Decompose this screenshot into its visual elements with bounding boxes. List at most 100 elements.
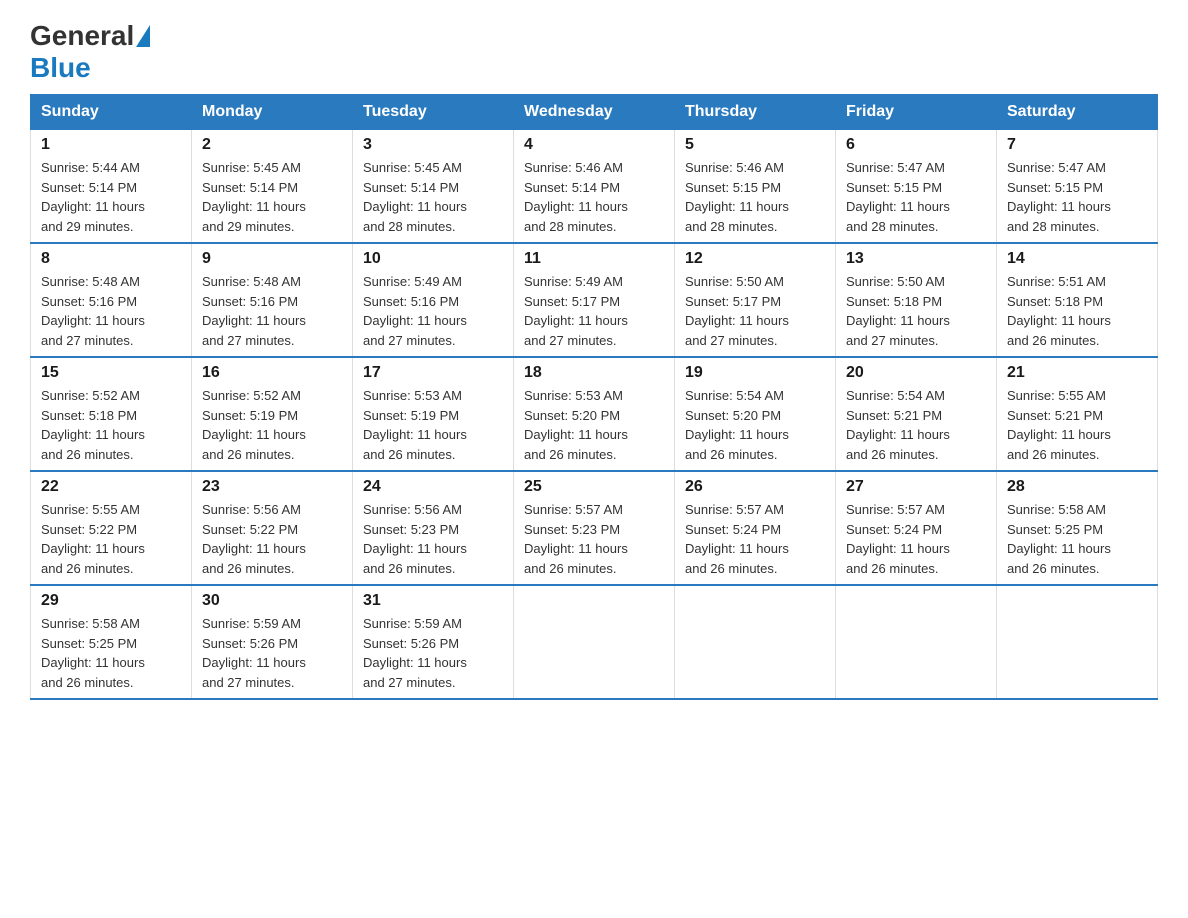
day-number: 6 xyxy=(846,136,986,154)
calendar-cell: 12 Sunrise: 5:50 AMSunset: 5:17 PMDaylig… xyxy=(675,243,836,357)
day-info: Sunrise: 5:56 AMSunset: 5:22 PMDaylight:… xyxy=(202,500,342,578)
day-info: Sunrise: 5:59 AMSunset: 5:26 PMDaylight:… xyxy=(363,614,503,692)
day-number: 29 xyxy=(41,592,181,610)
calendar-header-row: SundayMondayTuesdayWednesdayThursdayFrid… xyxy=(31,95,1158,130)
day-number: 14 xyxy=(1007,250,1147,268)
weekday-header-wednesday: Wednesday xyxy=(514,95,675,130)
day-number: 5 xyxy=(685,136,825,154)
day-info: Sunrise: 5:44 AMSunset: 5:14 PMDaylight:… xyxy=(41,158,181,236)
calendar-cell: 23 Sunrise: 5:56 AMSunset: 5:22 PMDaylig… xyxy=(192,471,353,585)
day-number: 2 xyxy=(202,136,342,154)
weekday-header-friday: Friday xyxy=(836,95,997,130)
day-info: Sunrise: 5:49 AMSunset: 5:17 PMDaylight:… xyxy=(524,272,664,350)
day-info: Sunrise: 5:50 AMSunset: 5:17 PMDaylight:… xyxy=(685,272,825,350)
calendar-cell xyxy=(514,585,675,699)
calendar-cell: 10 Sunrise: 5:49 AMSunset: 5:16 PMDaylig… xyxy=(353,243,514,357)
day-info: Sunrise: 5:58 AMSunset: 5:25 PMDaylight:… xyxy=(41,614,181,692)
day-number: 25 xyxy=(524,478,664,496)
calendar-cell: 11 Sunrise: 5:49 AMSunset: 5:17 PMDaylig… xyxy=(514,243,675,357)
day-number: 27 xyxy=(846,478,986,496)
calendar-cell: 29 Sunrise: 5:58 AMSunset: 5:25 PMDaylig… xyxy=(31,585,192,699)
calendar-cell: 5 Sunrise: 5:46 AMSunset: 5:15 PMDayligh… xyxy=(675,130,836,244)
calendar-cell: 16 Sunrise: 5:52 AMSunset: 5:19 PMDaylig… xyxy=(192,357,353,471)
calendar-cell: 31 Sunrise: 5:59 AMSunset: 5:26 PMDaylig… xyxy=(353,585,514,699)
logo-triangle-icon xyxy=(136,25,150,47)
day-info: Sunrise: 5:53 AMSunset: 5:19 PMDaylight:… xyxy=(363,386,503,464)
calendar-cell: 3 Sunrise: 5:45 AMSunset: 5:14 PMDayligh… xyxy=(353,130,514,244)
calendar-cell xyxy=(836,585,997,699)
calendar-cell: 13 Sunrise: 5:50 AMSunset: 5:18 PMDaylig… xyxy=(836,243,997,357)
weekday-header-sunday: Sunday xyxy=(31,95,192,130)
day-number: 12 xyxy=(685,250,825,268)
day-number: 21 xyxy=(1007,364,1147,382)
day-number: 11 xyxy=(524,250,664,268)
day-info: Sunrise: 5:57 AMSunset: 5:23 PMDaylight:… xyxy=(524,500,664,578)
logo-blue-text: Blue xyxy=(30,52,91,83)
day-info: Sunrise: 5:46 AMSunset: 5:14 PMDaylight:… xyxy=(524,158,664,236)
calendar-week-row: 8 Sunrise: 5:48 AMSunset: 5:16 PMDayligh… xyxy=(31,243,1158,357)
day-number: 15 xyxy=(41,364,181,382)
calendar-week-row: 29 Sunrise: 5:58 AMSunset: 5:25 PMDaylig… xyxy=(31,585,1158,699)
day-info: Sunrise: 5:49 AMSunset: 5:16 PMDaylight:… xyxy=(363,272,503,350)
calendar-cell: 15 Sunrise: 5:52 AMSunset: 5:18 PMDaylig… xyxy=(31,357,192,471)
calendar-table: SundayMondayTuesdayWednesdayThursdayFrid… xyxy=(30,94,1158,700)
day-number: 18 xyxy=(524,364,664,382)
day-number: 4 xyxy=(524,136,664,154)
calendar-cell: 1 Sunrise: 5:44 AMSunset: 5:14 PMDayligh… xyxy=(31,130,192,244)
weekday-header-monday: Monday xyxy=(192,95,353,130)
calendar-cell: 24 Sunrise: 5:56 AMSunset: 5:23 PMDaylig… xyxy=(353,471,514,585)
day-number: 10 xyxy=(363,250,503,268)
calendar-cell: 20 Sunrise: 5:54 AMSunset: 5:21 PMDaylig… xyxy=(836,357,997,471)
day-number: 23 xyxy=(202,478,342,496)
day-info: Sunrise: 5:52 AMSunset: 5:18 PMDaylight:… xyxy=(41,386,181,464)
day-info: Sunrise: 5:52 AMSunset: 5:19 PMDaylight:… xyxy=(202,386,342,464)
day-number: 1 xyxy=(41,136,181,154)
calendar-week-row: 15 Sunrise: 5:52 AMSunset: 5:18 PMDaylig… xyxy=(31,357,1158,471)
day-info: Sunrise: 5:47 AMSunset: 5:15 PMDaylight:… xyxy=(1007,158,1147,236)
calendar-cell xyxy=(675,585,836,699)
day-info: Sunrise: 5:57 AMSunset: 5:24 PMDaylight:… xyxy=(846,500,986,578)
calendar-cell: 26 Sunrise: 5:57 AMSunset: 5:24 PMDaylig… xyxy=(675,471,836,585)
day-info: Sunrise: 5:45 AMSunset: 5:14 PMDaylight:… xyxy=(363,158,503,236)
day-number: 20 xyxy=(846,364,986,382)
day-info: Sunrise: 5:55 AMSunset: 5:22 PMDaylight:… xyxy=(41,500,181,578)
calendar-cell: 22 Sunrise: 5:55 AMSunset: 5:22 PMDaylig… xyxy=(31,471,192,585)
day-info: Sunrise: 5:48 AMSunset: 5:16 PMDaylight:… xyxy=(202,272,342,350)
calendar-cell: 9 Sunrise: 5:48 AMSunset: 5:16 PMDayligh… xyxy=(192,243,353,357)
day-info: Sunrise: 5:54 AMSunset: 5:20 PMDaylight:… xyxy=(685,386,825,464)
day-info: Sunrise: 5:53 AMSunset: 5:20 PMDaylight:… xyxy=(524,386,664,464)
calendar-cell: 28 Sunrise: 5:58 AMSunset: 5:25 PMDaylig… xyxy=(997,471,1158,585)
day-number: 17 xyxy=(363,364,503,382)
day-number: 16 xyxy=(202,364,342,382)
day-info: Sunrise: 5:59 AMSunset: 5:26 PMDaylight:… xyxy=(202,614,342,692)
day-number: 13 xyxy=(846,250,986,268)
day-info: Sunrise: 5:48 AMSunset: 5:16 PMDaylight:… xyxy=(41,272,181,350)
day-info: Sunrise: 5:56 AMSunset: 5:23 PMDaylight:… xyxy=(363,500,503,578)
calendar-cell xyxy=(997,585,1158,699)
calendar-cell: 8 Sunrise: 5:48 AMSunset: 5:16 PMDayligh… xyxy=(31,243,192,357)
day-info: Sunrise: 5:46 AMSunset: 5:15 PMDaylight:… xyxy=(685,158,825,236)
day-number: 8 xyxy=(41,250,181,268)
day-info: Sunrise: 5:54 AMSunset: 5:21 PMDaylight:… xyxy=(846,386,986,464)
weekday-header-saturday: Saturday xyxy=(997,95,1158,130)
day-info: Sunrise: 5:55 AMSunset: 5:21 PMDaylight:… xyxy=(1007,386,1147,464)
day-info: Sunrise: 5:45 AMSunset: 5:14 PMDaylight:… xyxy=(202,158,342,236)
calendar-cell: 18 Sunrise: 5:53 AMSunset: 5:20 PMDaylig… xyxy=(514,357,675,471)
calendar-cell: 19 Sunrise: 5:54 AMSunset: 5:20 PMDaylig… xyxy=(675,357,836,471)
calendar-cell: 6 Sunrise: 5:47 AMSunset: 5:15 PMDayligh… xyxy=(836,130,997,244)
calendar-cell: 30 Sunrise: 5:59 AMSunset: 5:26 PMDaylig… xyxy=(192,585,353,699)
weekday-header-thursday: Thursday xyxy=(675,95,836,130)
day-info: Sunrise: 5:50 AMSunset: 5:18 PMDaylight:… xyxy=(846,272,986,350)
day-number: 9 xyxy=(202,250,342,268)
calendar-cell: 25 Sunrise: 5:57 AMSunset: 5:23 PMDaylig… xyxy=(514,471,675,585)
weekday-header-tuesday: Tuesday xyxy=(353,95,514,130)
logo: General Blue xyxy=(30,20,152,84)
calendar-cell: 14 Sunrise: 5:51 AMSunset: 5:18 PMDaylig… xyxy=(997,243,1158,357)
day-number: 30 xyxy=(202,592,342,610)
calendar-cell: 2 Sunrise: 5:45 AMSunset: 5:14 PMDayligh… xyxy=(192,130,353,244)
day-number: 7 xyxy=(1007,136,1147,154)
calendar-cell: 4 Sunrise: 5:46 AMSunset: 5:14 PMDayligh… xyxy=(514,130,675,244)
day-info: Sunrise: 5:57 AMSunset: 5:24 PMDaylight:… xyxy=(685,500,825,578)
day-number: 3 xyxy=(363,136,503,154)
calendar-cell: 17 Sunrise: 5:53 AMSunset: 5:19 PMDaylig… xyxy=(353,357,514,471)
